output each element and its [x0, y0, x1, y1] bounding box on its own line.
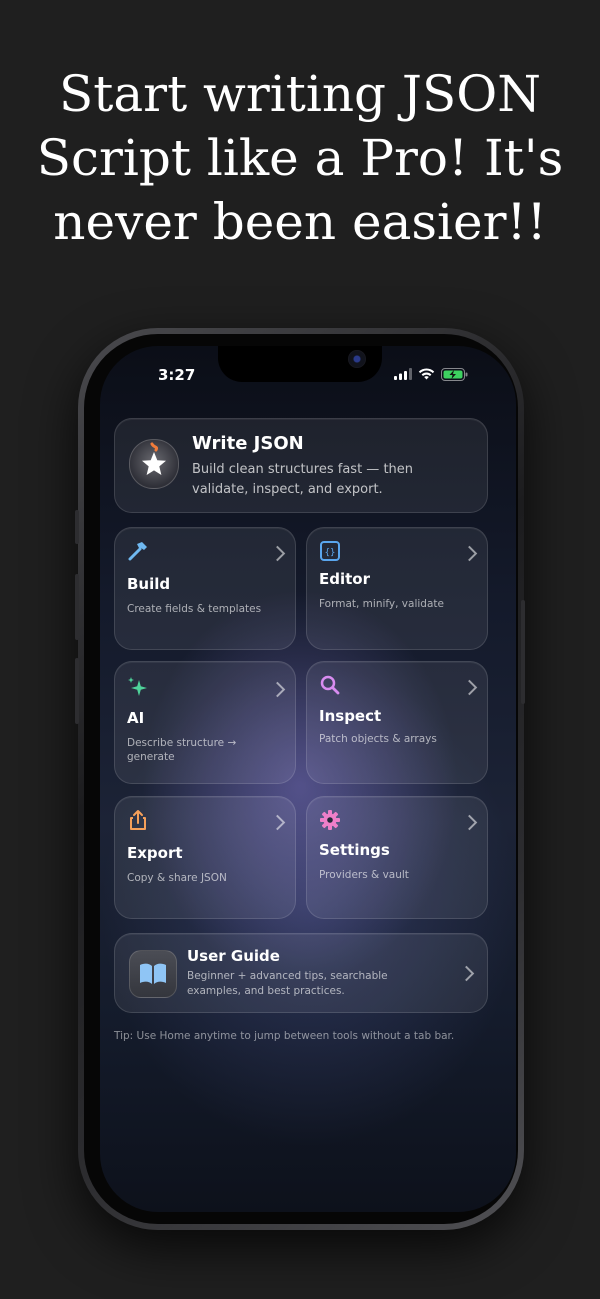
chevron-right-icon	[461, 679, 478, 696]
tile-ai[interactable]: AI Describe structure → generate	[114, 661, 296, 784]
guide-subtitle: Beginner + advanced tips, searchable exa…	[187, 970, 388, 997]
tile-subtitle: Patch objects & arrays	[319, 733, 437, 745]
battery-charging-icon	[441, 367, 468, 381]
guide-title: User Guide	[187, 947, 280, 965]
sparkles-icon	[128, 677, 147, 696]
tile-settings[interactable]: Settings Providers & vault	[306, 796, 488, 919]
tile-title: Editor	[319, 570, 370, 588]
tile-title: Inspect	[319, 707, 382, 725]
tile-inspect[interactable]: Inspect Patch objects & arrays	[306, 661, 488, 784]
tile-title: Build	[127, 575, 171, 593]
headline-line-2: Script like a Pro! It's	[36, 129, 564, 187]
headline-line-3: never been easier!!	[53, 193, 547, 251]
headline-line-1: Start writing JSON	[59, 65, 541, 123]
svg-text:{}: {}	[325, 548, 336, 558]
home-tip: Tip: Use Home anytime to jump between to…	[114, 1030, 455, 1042]
chevron-right-icon	[269, 545, 286, 562]
chevron-right-icon	[458, 965, 475, 982]
phone-silent-switch	[75, 510, 79, 544]
phone-power-button	[521, 600, 525, 704]
tile-editor[interactable]: {} Editor Format, minify, validate	[306, 527, 488, 650]
tile-title: AI	[127, 709, 145, 727]
wifi-icon	[418, 368, 435, 380]
hero-badge	[129, 439, 179, 489]
front-camera	[348, 350, 366, 368]
tile-title: Export	[127, 844, 183, 862]
guide-badge	[129, 950, 177, 998]
dynamic-notch	[218, 346, 382, 382]
app-screen: 3:27 Write JSON Build clean structures f…	[100, 346, 516, 1212]
chevron-right-icon	[269, 814, 286, 831]
hammer-icon	[128, 542, 147, 561]
braces-icon: {}	[320, 541, 340, 561]
signal-icon	[394, 368, 412, 380]
tile-title: Settings	[319, 841, 390, 859]
chevron-right-icon	[461, 545, 478, 562]
phone-volume-up-button	[75, 574, 79, 640]
hero-subtitle: Build clean structures fast — then valid…	[192, 462, 414, 497]
status-icons	[394, 366, 468, 382]
tile-subtitle: Copy & share JSON	[127, 872, 227, 884]
tile-subtitle: Create fields & templates	[127, 603, 262, 615]
tile-subtitle: Format, minify, validate	[319, 598, 444, 610]
chevron-right-icon	[269, 681, 286, 698]
chevron-right-icon	[461, 814, 478, 831]
tile-export[interactable]: Export Copy & share JSON	[114, 796, 296, 919]
user-guide-card[interactable]: User Guide Beginner + advanced tips, sea…	[114, 933, 488, 1013]
promo-headline: Start writing JSON Script like a Pro! It…	[0, 62, 600, 254]
phone-volume-down-button	[75, 658, 79, 724]
tile-subtitle: Providers & vault	[319, 869, 409, 881]
tile-subtitle: Describe structure → generate	[127, 737, 237, 763]
write-json-card[interactable]: Write JSON Build clean structures fast —…	[114, 418, 488, 513]
share-icon	[130, 810, 146, 830]
book-icon	[140, 963, 166, 984]
status-time: 3:27	[158, 366, 196, 384]
star-icon	[142, 442, 166, 475]
gear-icon	[320, 810, 340, 830]
hero-title: Write JSON	[192, 433, 304, 454]
magnifier-icon	[320, 675, 340, 695]
tile-build[interactable]: Build Create fields & templates	[114, 527, 296, 650]
